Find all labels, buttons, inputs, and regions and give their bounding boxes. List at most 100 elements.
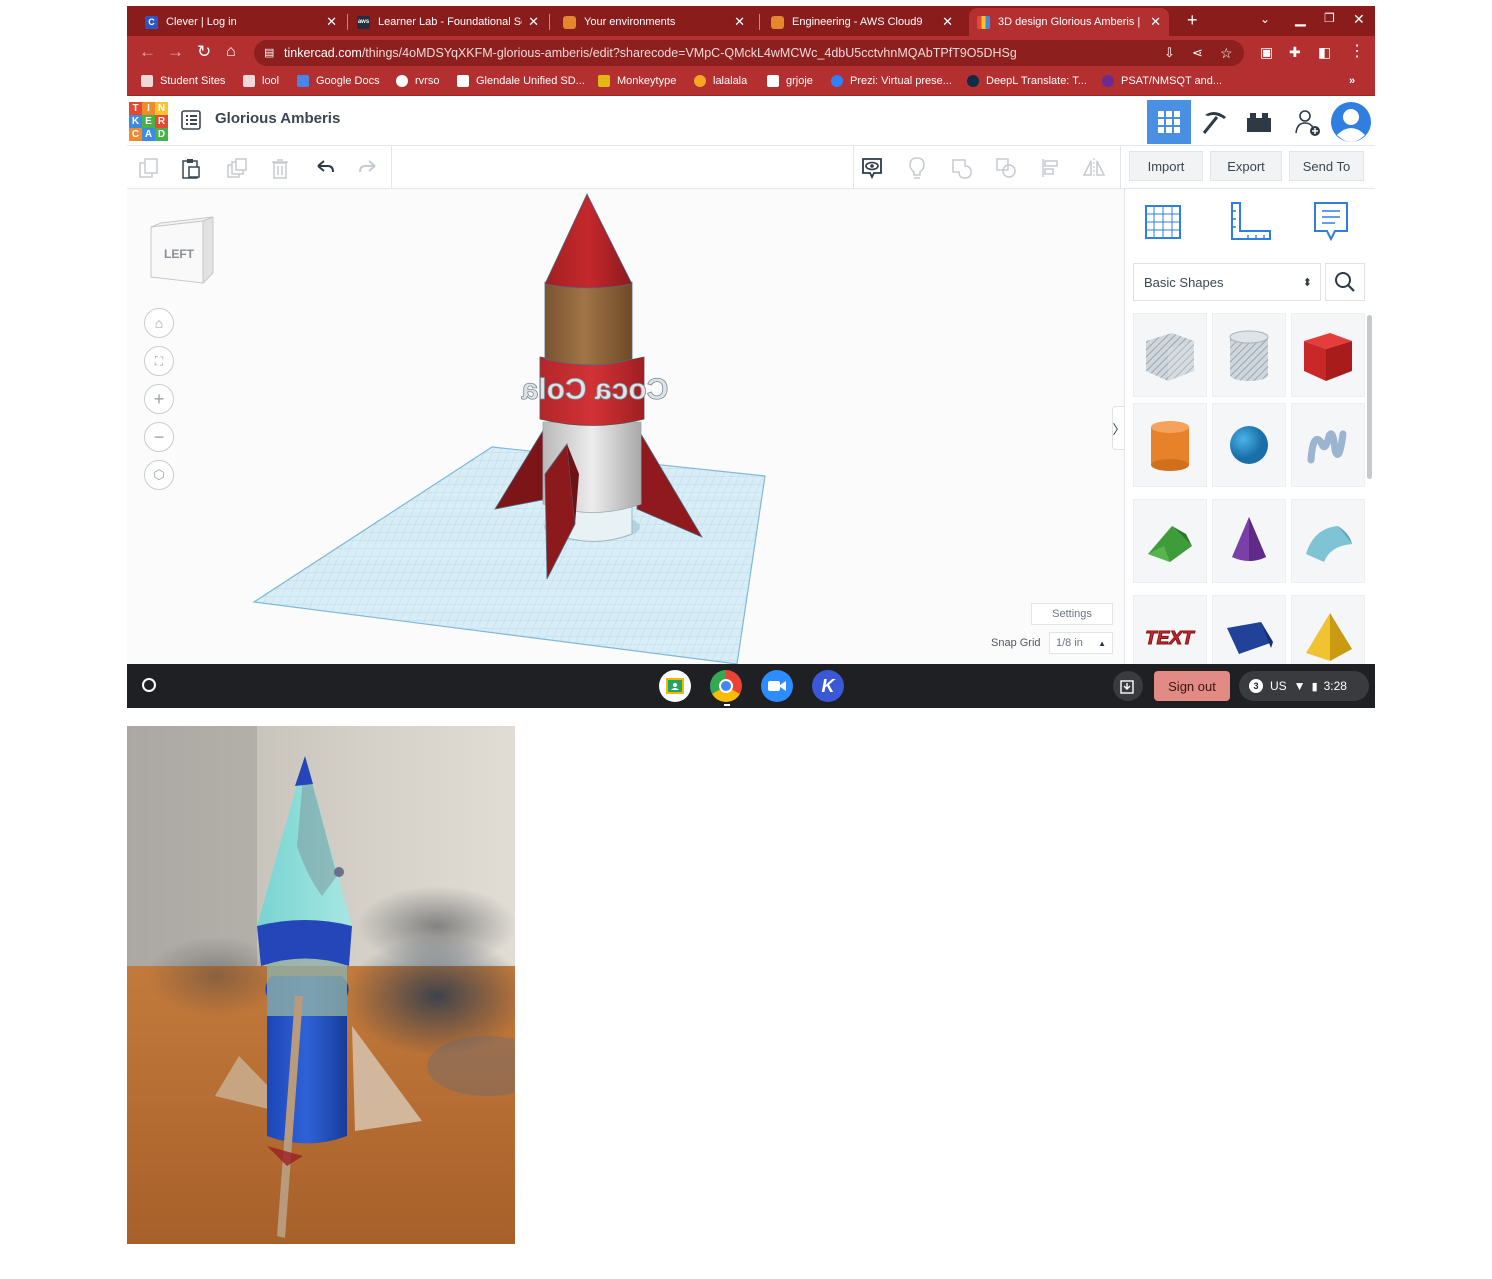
shape-cone[interactable] xyxy=(1212,499,1286,583)
bookmark-google-docs[interactable]: Google Docs xyxy=(297,75,380,87)
blocks-view-button[interactable] xyxy=(1193,100,1237,144)
extension-icon[interactable]: ▣ xyxy=(1260,42,1273,62)
paste-icon[interactable] xyxy=(178,155,204,181)
zoom-in-icon[interactable]: + xyxy=(144,384,174,414)
mirror-icon[interactable] xyxy=(1081,155,1107,181)
bricks-view-button[interactable] xyxy=(1237,100,1281,144)
shape-scribble[interactable] xyxy=(1291,403,1365,487)
import-button[interactable]: Import xyxy=(1129,151,1203,181)
align-icon[interactable] xyxy=(1038,155,1064,181)
zoom-app-icon[interactable] xyxy=(761,670,793,702)
bookmark-deepl[interactable]: DeepL Translate: T... xyxy=(967,75,1087,87)
zoom-out-icon[interactable]: − xyxy=(144,422,174,452)
forward-icon[interactable]: → xyxy=(167,42,184,62)
group-icon[interactable] xyxy=(949,155,975,181)
bookmark-glendale[interactable]: Glendale Unified SD... xyxy=(457,75,585,87)
redo-icon[interactable] xyxy=(355,155,381,181)
delete-icon[interactable] xyxy=(267,155,293,181)
bookmark-rvrso[interactable]: rvrso xyxy=(396,75,439,87)
panel-scrollbar[interactable] xyxy=(1367,315,1372,479)
close-tab-icon[interactable]: ✕ xyxy=(528,14,539,30)
workplane-icon[interactable] xyxy=(1143,201,1183,241)
restore-icon[interactable]: ❐ xyxy=(1324,11,1335,25)
workplane-viewport[interactable]: Coca Cola LEFT ⌂ ⛶ + − ⬡ 〉 xyxy=(127,189,1124,664)
shape-cylinder-hole[interactable] xyxy=(1212,313,1286,397)
reload-icon[interactable]: ↻ xyxy=(197,42,211,62)
avatar[interactable] xyxy=(1329,100,1373,144)
ungroup-icon[interactable] xyxy=(993,155,1019,181)
url-input[interactable]: ▤ tinkercad.com/things/4oMDSYqXKFM-glori… xyxy=(254,40,1244,66)
export-button[interactable]: Export xyxy=(1210,151,1282,181)
side-panel-icon[interactable]: ◧ xyxy=(1318,42,1331,62)
view-cube[interactable]: LEFT xyxy=(147,213,215,285)
settings-button[interactable]: Settings xyxy=(1031,603,1113,625)
shape-box-hole[interactable] xyxy=(1133,313,1207,397)
close-tab-icon[interactable]: ✕ xyxy=(1150,14,1161,30)
prezi-icon xyxy=(831,75,843,87)
close-tab-icon[interactable]: ✕ xyxy=(942,14,953,30)
duplicate-icon[interactable] xyxy=(224,155,250,181)
puzzle-icon[interactable]: ✚ xyxy=(1289,42,1301,62)
browser-tab-learner-lab[interactable]: aws Learner Lab - Foundational Se ✕ xyxy=(349,8,547,36)
design-list-icon[interactable] xyxy=(181,110,201,130)
install-icon[interactable]: ⇩ xyxy=(1164,40,1175,66)
invite-user-button[interactable] xyxy=(1285,100,1329,144)
home-view-icon[interactable]: ⌂ xyxy=(144,308,174,338)
design-title[interactable]: Glorious Amberis xyxy=(215,110,340,127)
launcher-icon[interactable] xyxy=(142,678,156,692)
bookmark-label: Glendale Unified SD... xyxy=(476,75,585,87)
bookmark-lalalala[interactable]: lalalala xyxy=(694,75,747,87)
close-window-icon[interactable]: ✕ xyxy=(1353,11,1365,28)
tote-icon[interactable] xyxy=(1113,671,1143,701)
bookmark-psat[interactable]: PSAT/NMSQT and... xyxy=(1102,75,1222,87)
3d-design-view-button[interactable] xyxy=(1147,100,1191,144)
bookmark-lool[interactable]: lool xyxy=(243,75,279,87)
shape-category-select[interactable]: Basic Shapes ⬍ xyxy=(1133,263,1321,301)
shape-cylinder[interactable] xyxy=(1133,403,1207,487)
bookmark-monkeytype[interactable]: Monkeytype xyxy=(598,75,676,87)
chrome-icon[interactable] xyxy=(710,670,742,702)
bookmark-grjoje[interactable]: grjoje xyxy=(767,75,813,87)
browser-tab-cloud9[interactable]: Engineering - AWS Cloud9 ✕ xyxy=(763,8,961,36)
browser-tab-your-environments[interactable]: Your environments ✕ xyxy=(555,8,753,36)
share-icon[interactable]: ⋖ xyxy=(1192,40,1203,66)
close-tab-icon[interactable]: ✕ xyxy=(326,14,337,30)
shape-sphere[interactable] xyxy=(1212,403,1286,487)
shape-roof[interactable] xyxy=(1133,499,1207,583)
lightbulb-icon[interactable] xyxy=(904,155,930,181)
copy-icon[interactable] xyxy=(136,155,162,181)
collapse-panel-button[interactable]: 〉 xyxy=(1112,406,1124,450)
new-tab-button[interactable]: + xyxy=(1187,10,1198,31)
undo-icon[interactable] xyxy=(312,155,338,181)
site-info-icon[interactable]: ▤ xyxy=(264,40,274,66)
shape-box[interactable] xyxy=(1291,313,1365,397)
search-shapes-button[interactable] xyxy=(1325,263,1365,301)
minimize-icon[interactable]: ▁ xyxy=(1295,10,1306,27)
menu-icon[interactable]: ⋮ xyxy=(1349,42,1365,62)
send-to-button[interactable]: Send To xyxy=(1289,151,1364,181)
tinkercad-logo[interactable]: T I N K E R C A D xyxy=(129,102,169,141)
notes-icon[interactable] xyxy=(1313,201,1349,243)
notes-visibility-icon[interactable] xyxy=(859,155,885,181)
google-classroom-icon[interactable] xyxy=(659,670,691,702)
shape-round-roof[interactable] xyxy=(1291,499,1365,583)
status-tray[interactable]: 3 US ▼ ▮ 3:28 xyxy=(1239,671,1369,701)
kami-app-icon[interactable]: K xyxy=(812,670,844,702)
ruler-icon[interactable] xyxy=(1228,201,1272,241)
perspective-icon[interactable]: ⬡ xyxy=(144,460,174,490)
docs-icon xyxy=(297,75,309,87)
browser-tab-tinkercad[interactable]: 3D design Glorious Amberis | ✕ xyxy=(969,8,1169,36)
close-tab-icon[interactable]: ✕ xyxy=(734,14,745,30)
snap-grid-select[interactable]: 1/8 in ▲ xyxy=(1049,632,1113,654)
bookmark-star-icon[interactable]: ☆ xyxy=(1220,40,1233,66)
fit-view-icon[interactable]: ⛶ xyxy=(144,346,174,376)
bookmark-student-sites[interactable]: Student Sites xyxy=(141,75,225,87)
folder-icon xyxy=(141,75,153,87)
home-icon[interactable]: ⌂ xyxy=(226,42,236,62)
bookmarks-more-button[interactable]: » xyxy=(1349,75,1355,87)
tab-search-icon[interactable]: ⌄ xyxy=(1260,12,1270,26)
back-icon[interactable]: ← xyxy=(139,42,156,62)
bookmark-prezi[interactable]: Prezi: Virtual prese... xyxy=(831,75,952,87)
browser-tab-clever[interactable]: C Clever | Log in ✕ xyxy=(137,8,345,36)
sign-out-button[interactable]: Sign out xyxy=(1154,671,1230,701)
